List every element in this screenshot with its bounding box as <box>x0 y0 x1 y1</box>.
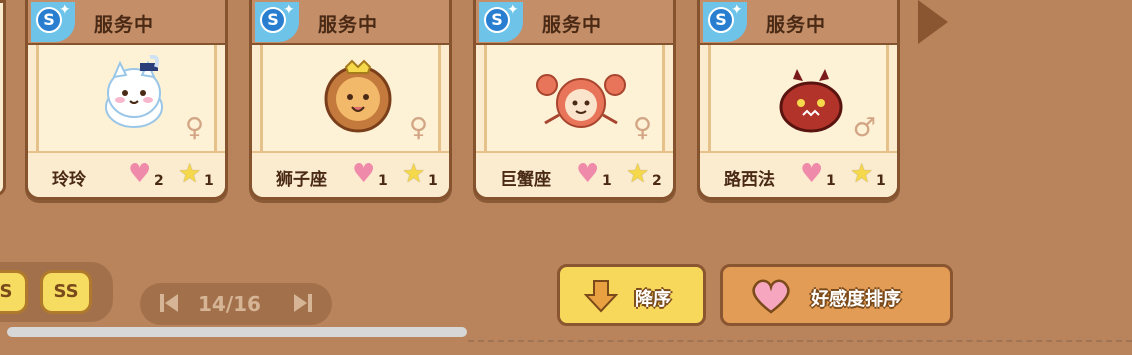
first-page-icon[interactable] <box>158 292 180 314</box>
service-status: 服务中 <box>542 14 603 36</box>
star-icon: ★ <box>850 159 874 189</box>
heart-icon: ♥ <box>352 159 376 189</box>
star-count: 2 <box>652 173 662 189</box>
card-footer: 狮子座 ♥ 1 ★ 1 <box>252 151 449 197</box>
rank-s-badge-icon: S ✦ <box>479 2 523 42</box>
sort-by-favor-button[interactable]: 好感度排序 <box>720 264 953 326</box>
heart-count: 1 <box>378 173 388 189</box>
card-footer: 巨蟹座 ♥ 1 ★ 2 <box>476 151 673 197</box>
female-icon: ♀ <box>632 113 652 143</box>
portrait-area: ♂ <box>708 45 889 151</box>
filter-s-button[interactable]: S <box>0 270 28 314</box>
next-arrow-icon[interactable] <box>918 0 948 44</box>
companion-card-lingling[interactable]: S ✦ 服务中 ♀ 玲玲 ♥ 2 ★ 1 <box>25 0 228 200</box>
rank-s-badge-icon: S ✦ <box>703 2 747 42</box>
star-count: 1 <box>876 173 886 189</box>
companion-name: 路西法 <box>724 170 775 190</box>
companion-card-lucifer[interactable]: S ✦ 服务中 ♂ 路西法 ♥ 1 ★ 1 <box>697 0 900 200</box>
companion-name: 狮子座 <box>276 170 327 190</box>
lingling-portrait-icon <box>105 55 163 128</box>
companion-card-cancer[interactable]: S ✦ 服务中 ♀ 巨蟹座 ♥ 1 ★ 2 <box>473 0 676 200</box>
leo-portrait-icon <box>324 59 392 133</box>
lucifer-portrait-icon <box>779 69 843 133</box>
last-page-icon[interactable] <box>292 292 314 314</box>
heart-count: 1 <box>826 173 836 189</box>
portrait-area: ♀ <box>484 45 665 151</box>
companion-name: 巨蟹座 <box>500 170 551 190</box>
heart-icon: ♥ <box>576 159 600 189</box>
service-status: 服务中 <box>766 14 827 36</box>
female-icon: ♀ <box>184 113 204 143</box>
star-icon: ★ <box>626 159 650 189</box>
star-icon: ★ <box>402 159 426 189</box>
cancer-portrait-icon <box>536 74 626 128</box>
card-footer: 路西法 ♥ 1 ★ 1 <box>700 151 897 197</box>
companion-card-leo[interactable]: S ✦ 服务中 ♀ 狮子座 ♥ 1 ★ 1 <box>249 0 452 200</box>
rank-s-badge-icon: S ✦ <box>255 2 299 42</box>
page-indicator: 14/16 <box>198 292 261 316</box>
companion-name: 玲玲 <box>52 170 86 190</box>
star-count: 1 <box>428 173 438 189</box>
card-header: S ✦ 服务中 <box>700 0 897 45</box>
pagination: 14/16 <box>140 283 332 325</box>
heart-count: 2 <box>154 173 164 189</box>
down-arrow-icon <box>584 280 618 313</box>
portrait-area: ♀ <box>260 45 441 151</box>
card-partial-left <box>0 0 6 196</box>
star-count: 1 <box>204 173 214 189</box>
sort-descending-button[interactable]: 降序 <box>557 264 706 326</box>
female-icon: ♀ <box>408 113 428 143</box>
card-footer: 玲玲 ♥ 2 ★ 1 <box>28 151 225 197</box>
service-status: 服务中 <box>318 14 379 36</box>
star-icon: ★ <box>178 159 202 189</box>
horizontal-scrollbar[interactable] <box>7 327 467 337</box>
divider <box>468 340 1132 342</box>
rank-s-badge-icon: S ✦ <box>31 2 75 42</box>
portrait-area: ♀ <box>36 45 217 151</box>
male-icon: ♂ <box>852 113 876 143</box>
heart-count: 1 <box>602 173 612 189</box>
service-status: 服务中 <box>94 14 155 36</box>
filter-ss-button[interactable]: SS <box>40 270 92 314</box>
heart-icon <box>752 279 790 314</box>
card-header: S ✦ 服务中 <box>476 0 673 45</box>
card-header: S ✦ 服务中 <box>28 0 225 45</box>
card-header: S ✦ 服务中 <box>252 0 449 45</box>
heart-icon: ♥ <box>128 159 152 189</box>
heart-icon: ♥ <box>800 159 824 189</box>
